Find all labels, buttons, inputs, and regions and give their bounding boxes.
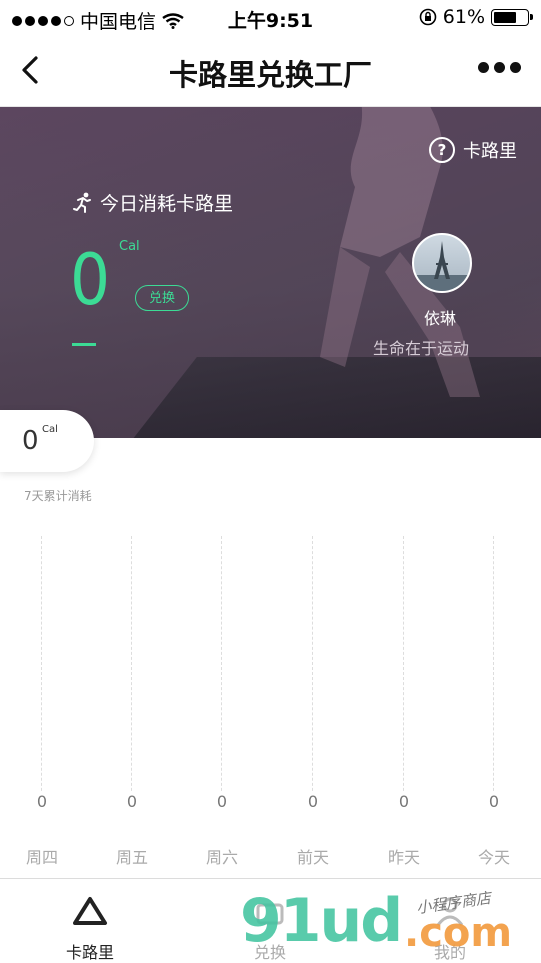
tab-calories[interactable]: 卡路里 (30, 879, 150, 962)
username: 依琳 (423, 309, 456, 328)
chart-bar-value: 0 (389, 792, 419, 811)
watermark-logo: 91ud 小程序商店 .com (240, 880, 540, 960)
chart-bar-value: 0 (479, 792, 509, 811)
chart-x-tick-label: 周五 (115, 848, 148, 867)
chart-column: 0 (298, 530, 328, 830)
chart-gridline (221, 536, 222, 806)
week-total-value: 0 (22, 426, 39, 456)
weekly-chart: 0 0 0 0 0 0 (0, 530, 541, 830)
chart-x-tick-label: 前天 (296, 848, 329, 867)
chart-column: 0 (479, 530, 509, 830)
chart-column: 0 (389, 530, 419, 830)
status-bar: 中国电信 上午9:51 61% (0, 0, 541, 36)
tab-calories-label: 卡路里 (65, 943, 114, 962)
battery-icon (491, 8, 533, 26)
watermark-suffix: .com (404, 910, 513, 956)
watermark-main: 91ud (240, 886, 403, 956)
exchange-button[interactable]: 兑换 (135, 285, 189, 311)
chart-x-tick-label: 周六 (205, 848, 238, 867)
today-calories-label: 今日消耗卡路里 (72, 189, 233, 216)
chart-x-tick-label: 昨天 (387, 848, 420, 867)
chart-gridline (41, 536, 42, 806)
today-calories-unit: Cal (119, 239, 140, 254)
chart-column: 0 (27, 530, 57, 830)
help-link[interactable]: ? 卡路里 (429, 137, 517, 163)
chart-bar-value: 0 (27, 792, 57, 811)
chart-gridline (131, 536, 132, 806)
status-right: 61% (419, 6, 533, 28)
week-total-unit: Cal (42, 424, 58, 435)
chart-bar-value: 0 (298, 792, 328, 811)
chart-x-tick-label: 今天 (477, 848, 510, 867)
rotation-lock-icon (419, 8, 437, 26)
chart-gridline (403, 536, 404, 806)
running-icon (73, 192, 91, 213)
week-total-card: 0 Cal (0, 410, 94, 472)
hero-banner: ? 卡路里 今日消耗卡路里 0 Cal 兑换 依琳 生命在于运动 (0, 107, 541, 438)
help-label: 卡路里 (463, 141, 517, 162)
today-calories-value: 0 (70, 239, 111, 321)
week-total-label: 7天累计消耗 (24, 489, 92, 503)
avatar[interactable] (412, 233, 472, 293)
battery-percent: 61% (442, 6, 485, 28)
chart-x-axis: 周四 周五 周六 前天 昨天 今天 (0, 844, 541, 868)
page-title: 卡路里兑换工厂 (168, 58, 372, 92)
more-dots-icon[interactable] (478, 62, 521, 73)
chart-x-tick-label: 周四 (25, 848, 58, 867)
eiffel-tower-icon (414, 241, 470, 291)
user-motto: 生命在于运动 (372, 339, 469, 358)
chart-column: 0 (207, 530, 237, 830)
chart-bar-value: 0 (207, 792, 237, 811)
triangle-icon (73, 897, 107, 925)
chart-bar-value: 0 (117, 792, 147, 811)
chart-gridline (493, 536, 494, 806)
value-underline (72, 343, 96, 346)
today-label-text: 今日消耗卡路里 (100, 193, 234, 215)
nav-bar: 卡路里兑换工厂 (0, 36, 541, 107)
chart-gridline (312, 536, 313, 806)
question-icon: ? (429, 137, 455, 163)
chart-column: 0 (117, 530, 147, 830)
